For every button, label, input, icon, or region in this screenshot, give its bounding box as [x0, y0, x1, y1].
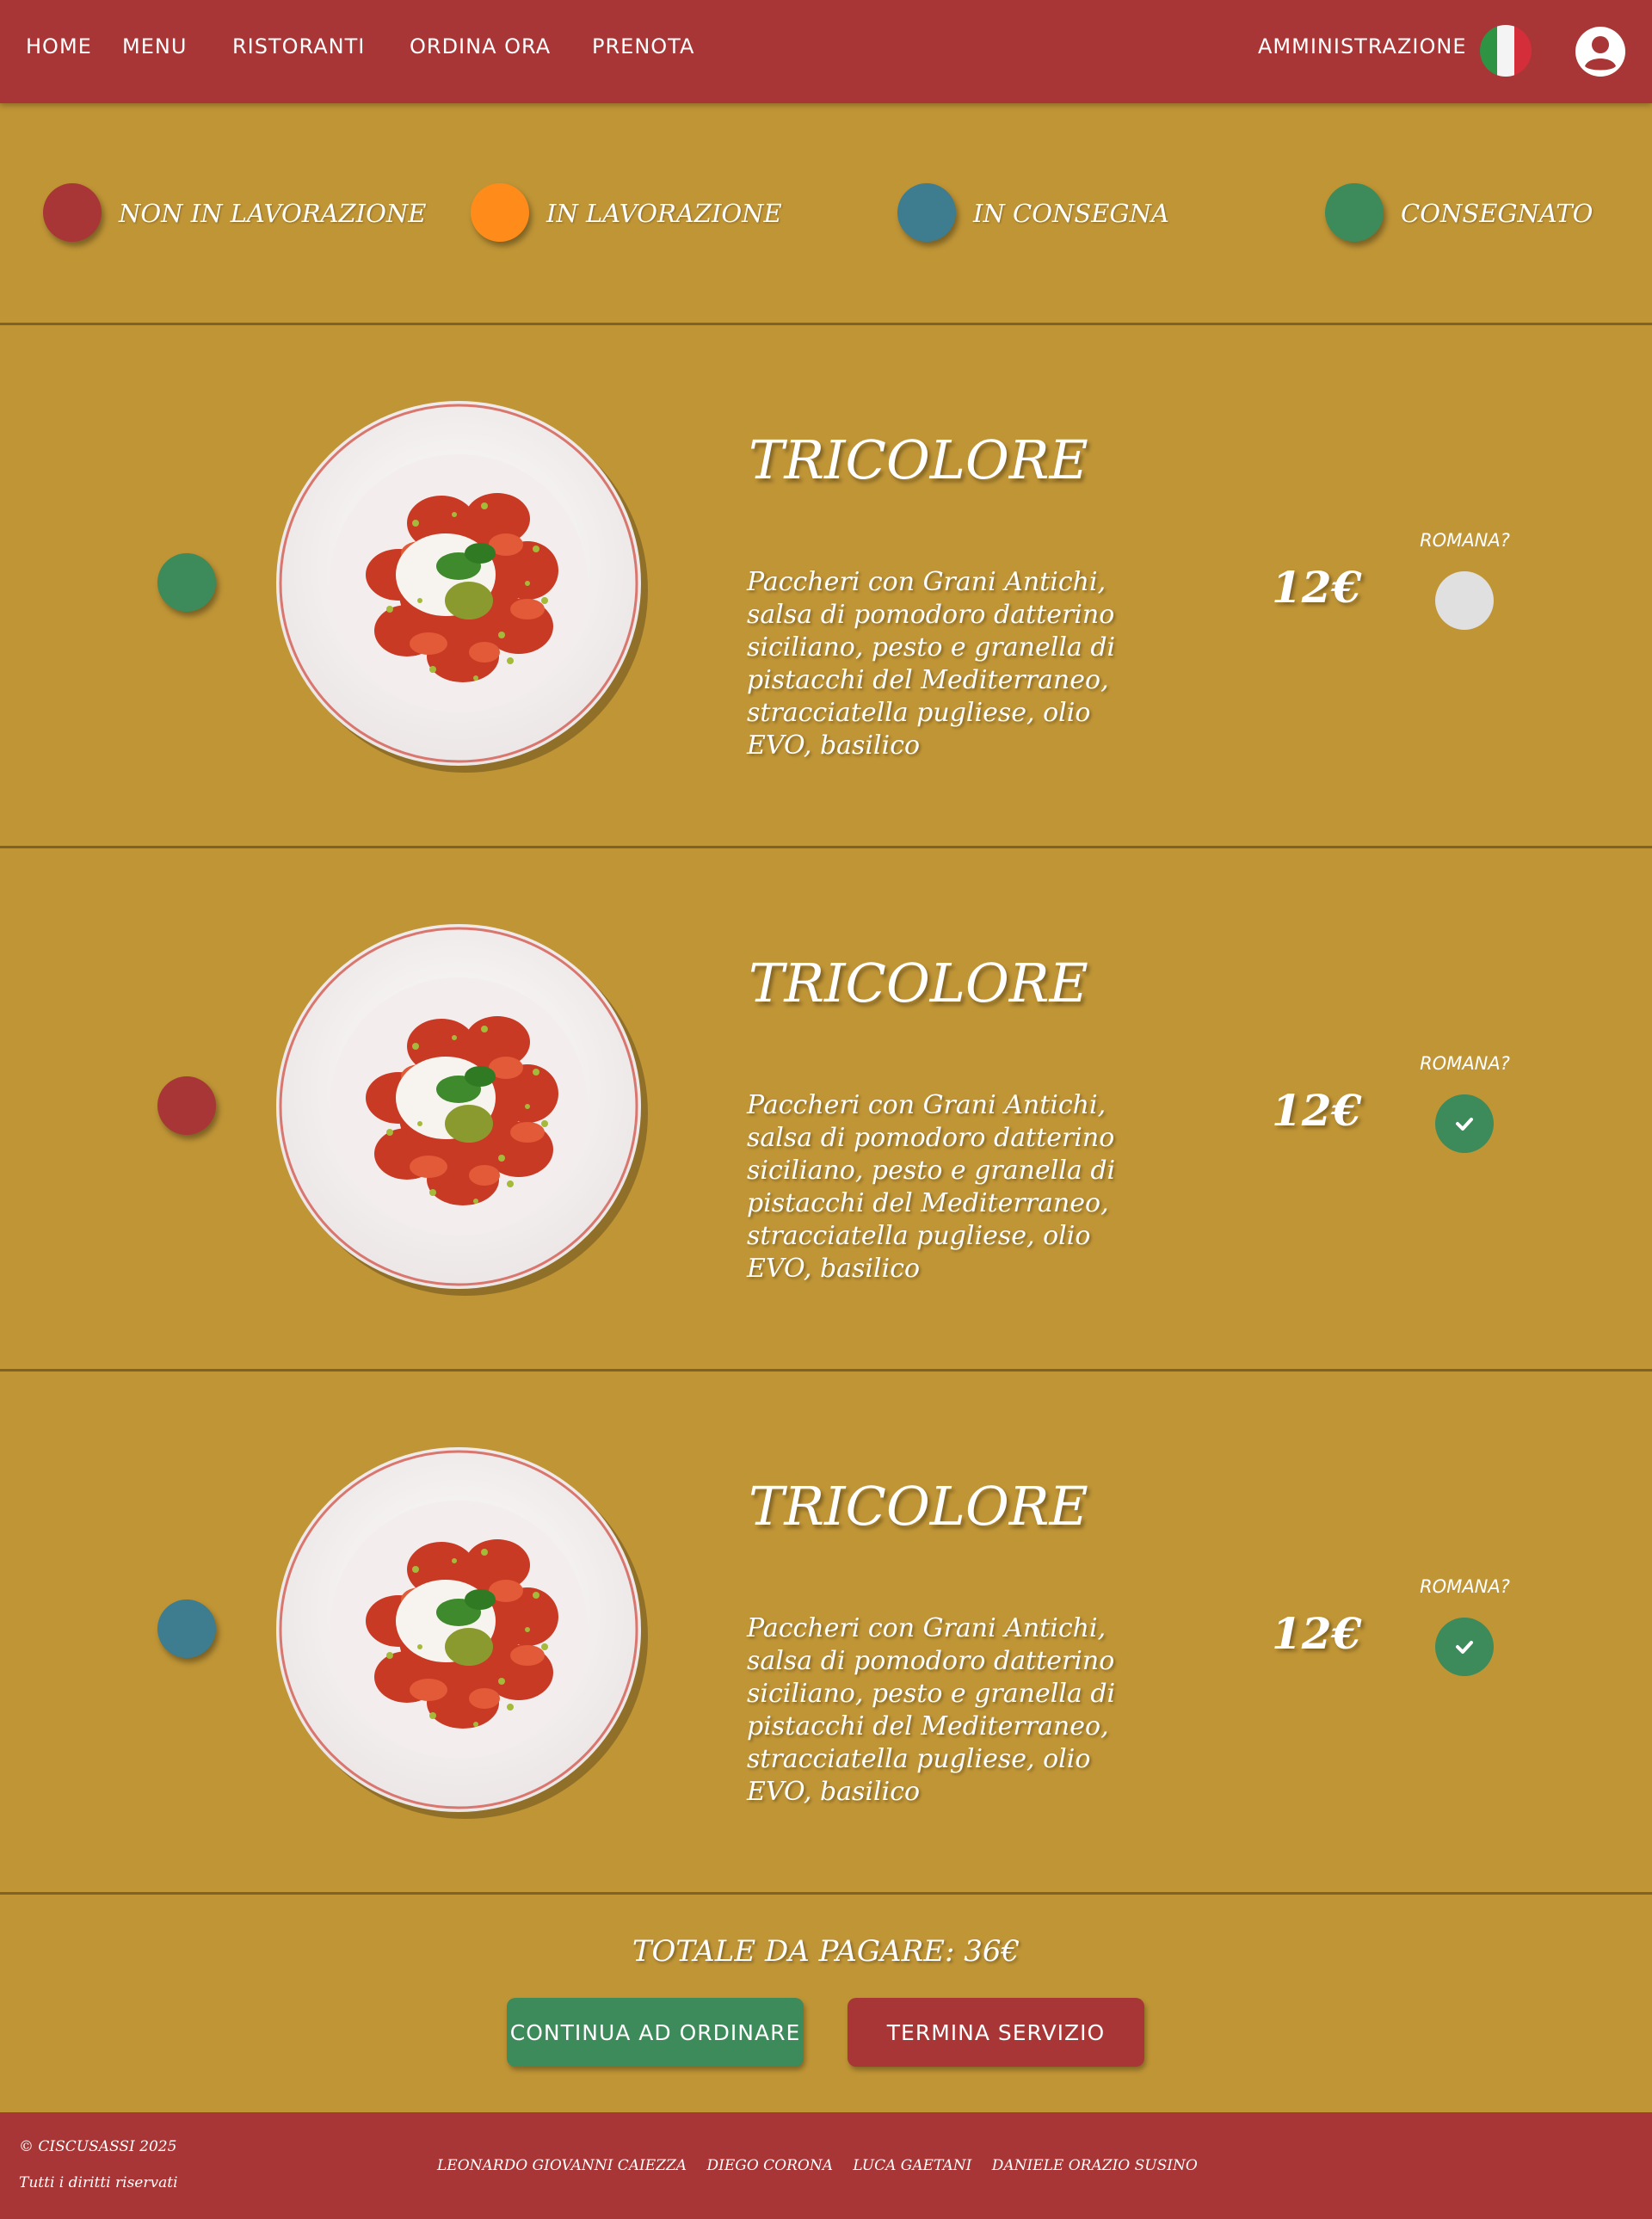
- romana-checkbox[interactable]: [1435, 1094, 1494, 1153]
- order-status-dot-icon: [157, 1076, 216, 1135]
- footer-authors: LEONARDO GIOVANNI CAIEZZA DIEGO CORONA L…: [437, 2157, 1213, 2174]
- footer-author: DIEGO CORONA: [706, 2157, 833, 2174]
- dish-title: TRICOLORE: [749, 952, 1088, 1014]
- order-row: TRICOLORE Paccheri con Grani Antichi, sa…: [0, 325, 1652, 848]
- legend-label: IN LAVORAZIONE: [546, 199, 782, 228]
- total-to-pay: TOTALE DA PAGARE: 36€: [632, 1934, 1020, 1969]
- legend-label: CONSEGNATO: [1401, 199, 1593, 228]
- dish-price: 12€: [1272, 1085, 1362, 1136]
- romana-label: ROMANA?: [1420, 1576, 1510, 1597]
- nav-home[interactable]: HOME: [26, 34, 92, 59]
- status-dot-icon: [897, 183, 956, 242]
- order-status-dot-icon: [157, 553, 216, 612]
- romana-label: ROMANA?: [1420, 530, 1510, 551]
- footer-author: LEONARDO GIOVANNI CAIEZZA: [437, 2157, 687, 2174]
- footer-copyright: © CISCUSASSI 2025: [19, 2138, 177, 2155]
- dish-description: Paccheri con Grani Antichi, salsa di pom…: [747, 1090, 1116, 1284]
- footer-rights: Tutti i diritti riservati: [19, 2174, 178, 2191]
- nav-prenota[interactable]: PRENOTA: [592, 34, 694, 59]
- check-icon: [1456, 1118, 1473, 1131]
- romana-label: ROMANA?: [1420, 1053, 1510, 1074]
- dish-price: 12€: [1272, 562, 1362, 613]
- status-legend: NON IN LAVORAZIONE IN LAVORAZIONE IN CON…: [0, 103, 1652, 325]
- italian-flag-icon[interactable]: [1480, 25, 1532, 77]
- status-dot-icon: [471, 183, 529, 242]
- user-account-icon[interactable]: [1575, 26, 1626, 77]
- nav-menu[interactable]: MENU: [122, 34, 187, 59]
- dish-image: [269, 394, 648, 773]
- dish-title: TRICOLORE: [749, 428, 1088, 491]
- footer-author: DANIELE ORAZIO SUSINO: [991, 2157, 1198, 2174]
- top-navbar: HOME MENU RISTORANTI ORDINA ORA PRENOTA …: [0, 0, 1652, 103]
- check-icon: [1456, 1641, 1473, 1654]
- romana-checkbox[interactable]: [1435, 571, 1494, 630]
- footer: © CISCUSASSI 2025 Tutti i diritti riserv…: [0, 2112, 1652, 2219]
- status-dot-icon: [43, 183, 102, 242]
- footer-author: LUCA GAETANI: [853, 2157, 972, 2174]
- end-service-button[interactable]: TERMINA SERVIZIO: [848, 1998, 1144, 2067]
- dish-description: Paccheri con Grani Antichi, salsa di pom…: [747, 1613, 1116, 1807]
- dish-title: TRICOLORE: [749, 1475, 1088, 1538]
- order-status-dot-icon: [157, 1600, 216, 1658]
- legend-label: NON IN LAVORAZIONE: [119, 199, 427, 228]
- dish-image: [269, 917, 648, 1296]
- nav-amministrazione[interactable]: AMMINISTRAZIONE: [1258, 34, 1466, 59]
- dish-image: [269, 1440, 648, 1819]
- order-row: TRICOLORE Paccheri con Grani Antichi, sa…: [0, 848, 1652, 1371]
- order-summary: TOTALE DA PAGARE: 36€ CONTINUA AD ORDINA…: [0, 1897, 1652, 2112]
- status-dot-icon: [1325, 183, 1384, 242]
- dish-price: 12€: [1272, 1608, 1362, 1659]
- romana-checkbox[interactable]: [1435, 1618, 1494, 1676]
- nav-ristoranti[interactable]: RISTORANTI: [232, 34, 365, 59]
- dish-description: Paccheri con Grani Antichi, salsa di pom…: [747, 567, 1116, 761]
- order-row: TRICOLORE Paccheri con Grani Antichi, sa…: [0, 1371, 1652, 1895]
- legend-label: IN CONSEGNA: [973, 199, 1169, 228]
- continue-ordering-button[interactable]: CONTINUA AD ORDINARE: [507, 1998, 804, 2067]
- nav-ordina-ora[interactable]: ORDINA ORA: [410, 34, 551, 59]
